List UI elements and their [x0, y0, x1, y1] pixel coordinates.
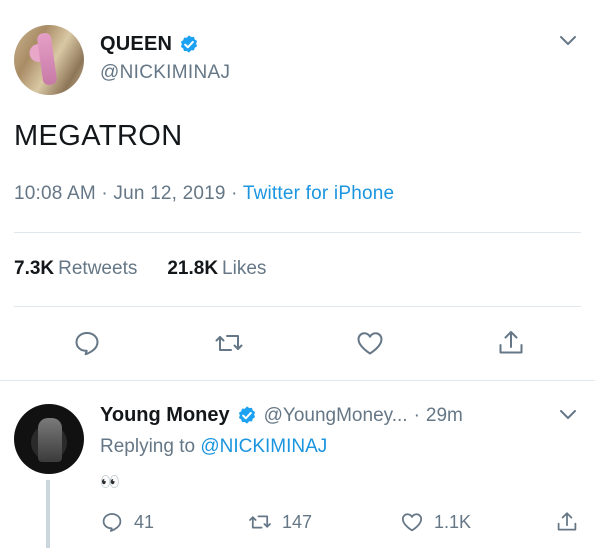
heart-icon [401, 513, 423, 532]
tweet-stats: 7.3K Retweets 21.8K Likes [14, 258, 266, 280]
reply-display-name[interactable]: Young Money [100, 404, 230, 427]
reply-button[interactable] [72, 328, 102, 358]
retweet-button[interactable] [214, 328, 244, 358]
retweets-count: 7.3K [14, 258, 55, 279]
chevron-down-icon[interactable] [558, 408, 578, 422]
display-name[interactable]: QUEEN [100, 33, 172, 56]
display-name-row[interactable]: QUEEN [100, 33, 200, 56]
user-handle[interactable]: @NICKIMINAJ [100, 62, 230, 84]
tweet-source-link[interactable]: Twitter for iPhone [243, 183, 394, 204]
verified-badge-icon [181, 34, 198, 53]
thread-line [46, 480, 50, 548]
reply-avatar[interactable] [14, 404, 84, 474]
retweets-label: Retweets [58, 258, 138, 279]
tweet-date[interactable]: Jun 12, 2019 [113, 183, 225, 204]
likes-stat[interactable]: 21.8K Likes [167, 258, 266, 280]
reply-count: 41 [134, 511, 155, 532]
tweet-text: MEGATRON [14, 120, 183, 152]
tweet-detail-page: QUEEN @NICKIMINAJ MEGATRON 10:08 AM · Ju… [0, 0, 595, 548]
replying-to: Replying to @NICKIMINAJ [100, 436, 327, 458]
avatar[interactable] [14, 25, 84, 95]
meta-separator: · [101, 183, 108, 204]
tweet-time[interactable]: 10:08 AM [14, 183, 96, 204]
reply-like-button[interactable]: 1.1K [400, 510, 471, 534]
replying-to-mention[interactable]: @NICKIMINAJ [200, 436, 327, 457]
tweet-meta: 10:08 AM · Jun 12, 2019 · Twitter for iP… [14, 183, 394, 205]
likes-label: Likes [222, 258, 267, 279]
reply-separator: · [413, 404, 420, 426]
divider [0, 380, 595, 381]
reply-time[interactable]: 29m [426, 405, 463, 427]
retweet-icon [215, 335, 243, 351]
reply-retweet-button[interactable]: 147 [248, 510, 312, 534]
share-icon [557, 512, 577, 531]
meta-separator: · [231, 183, 238, 204]
reply-like-count: 1.1K [434, 511, 472, 532]
reply-action-bar: 41 147 1.1K [100, 510, 581, 538]
reply-text: 👀 [100, 474, 120, 491]
reply-share-button[interactable] [555, 510, 579, 534]
retweet-icon [249, 515, 271, 529]
reply-header: Young Money @YoungMoney... · 29m [100, 404, 463, 427]
reply-retweet-count: 147 [282, 511, 313, 532]
verified-badge-icon [238, 405, 255, 424]
divider [14, 306, 581, 307]
heart-icon [357, 332, 383, 355]
reply-reply-button[interactable]: 41 [100, 510, 154, 534]
reply-bubble-icon [75, 332, 99, 356]
chevron-down-icon[interactable] [558, 34, 578, 48]
share-icon [499, 331, 523, 354]
reply-handle[interactable]: @YoungMoney... [264, 405, 408, 427]
like-button[interactable] [355, 328, 385, 358]
share-button[interactable] [496, 328, 526, 358]
retweets-stat[interactable]: 7.3K Retweets [14, 258, 137, 280]
divider [14, 232, 581, 233]
likes-count: 21.8K [167, 258, 219, 279]
replying-to-label: Replying to [100, 436, 196, 457]
reply-bubble-icon [102, 513, 122, 532]
